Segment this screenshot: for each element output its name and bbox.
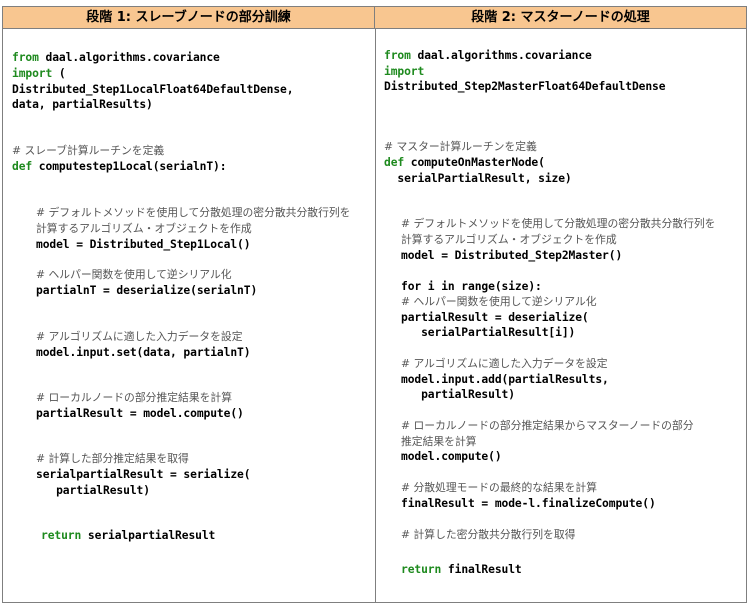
def-line: def computestep1Local(serialnT): [12, 159, 227, 174]
import-line-4: data, partialResults) [12, 98, 153, 111]
code-compute: partialResult = model.compute() [36, 407, 244, 420]
code-for-loop: for i in range(size): [401, 280, 542, 293]
comment-deserialize: # ヘルパー関数を使用して逆シリアル化 [401, 295, 597, 308]
comment-get: # 計算した密分散共分散行列を取得 [401, 528, 576, 541]
code-serialize-1: serialpartialResult = serialize( [36, 468, 251, 481]
def-line: def computeOnMasterNode( [384, 155, 545, 170]
import-line-2: import ( [12, 66, 66, 81]
comment-model-2: 計算するアルゴリズム・オブジェクトを作成 [401, 233, 617, 246]
comment-serialize: # 計算した部分推定結果を取得 [36, 452, 189, 465]
comment-model-1: # デフォルトメソッドを使用して分散処理の密分散共分散行列を [401, 217, 716, 230]
import-line-3: Distributed_Step2MasterFloat64DefaultDen… [384, 80, 666, 93]
comment-compute-2: 推定結果を計算 [401, 435, 477, 448]
code-deserialize-2: serialPartialResult[i]) [401, 326, 576, 339]
comment-define: # スレーブ計算ルーチンを定義 [12, 144, 165, 157]
code-deserialize-1: partialResult = deserialize( [401, 311, 589, 324]
comment-model-2: 計算するアルゴリズム・オブジェクトを作成 [36, 222, 252, 235]
code-model: model = Distributed_Step1Local() [36, 238, 251, 251]
comment-model-1: # デフォルトメソッドを使用して分散処理の密分散共分散行列を [36, 206, 351, 219]
comment-compute: # ローカルノードの部分推定結果を計算 [36, 391, 233, 404]
comment-compute-1: # ローカルノードの部分推定結果からマスターノードの部分 [401, 419, 694, 432]
keyword-def: def [12, 160, 33, 173]
comment-deserialize: # ヘルパー関数を使用して逆シリアル化 [36, 268, 232, 281]
return-line: return finalResult [401, 562, 522, 577]
import-paren: ( [52, 67, 66, 80]
import-line-3: Distributed_Step1LocalFloat64DefaultDens… [12, 83, 294, 96]
code-deserialize: partialnT = deserialize(serialnT) [36, 284, 258, 297]
return-value: serialpartialResult [81, 529, 216, 542]
return-line: return serialpartialResult [41, 528, 215, 543]
comment-define: # マスター計算ルーチンを定義 [384, 140, 537, 153]
keyword-from: from [384, 49, 411, 62]
code-comparison-table: 段階 1: スレーブノードの部分訓練 段階 2: マスターノードの処理 from… [2, 6, 747, 603]
import-module: daal.algorithms.covariance [410, 49, 592, 62]
code-input: model.input.set(data, partialnT) [36, 346, 251, 359]
keyword-return: return [401, 563, 442, 576]
import-line-1: from daal.algorithms.covariance [12, 50, 220, 65]
comment-final: # 分散処理モードの最終的な結果を計算 [401, 481, 598, 494]
def-signature: computestep1Local(serialnT): [32, 160, 227, 173]
comment-input: # アルゴリズムに適した入力データを設定 [36, 330, 243, 343]
keyword-from: from [12, 51, 39, 64]
import-module: daal.algorithms.covariance [38, 51, 220, 64]
header-step1: 段階 1: スレーブノードの部分訓練 [3, 7, 375, 29]
keyword-import: import [12, 67, 53, 80]
code-serialize-2: partialResult) [36, 484, 150, 497]
import-line-2: import [384, 64, 424, 79]
comment-input: # アルゴリズムに適した入力データを設定 [401, 357, 608, 370]
import-line-1: from daal.algorithms.covariance [384, 48, 592, 63]
def-signature: computeOnMasterNode( [404, 156, 545, 169]
code-input-2: partialResult) [401, 388, 515, 401]
header-step2: 段階 2: マスターノードの処理 [375, 7, 746, 29]
keyword-def: def [384, 156, 405, 169]
code-model: model = Distributed_Step2Master() [401, 249, 623, 262]
def-signature-2: serialPartialResult, size) [384, 172, 572, 185]
keyword-return: return [41, 529, 82, 542]
column-divider [375, 29, 376, 602]
code-input-1: model.input.add(partialResults, [401, 373, 609, 386]
code-final: finalResult = mode-l.finalizeCompute() [401, 497, 656, 510]
code-compute: model.compute() [401, 450, 502, 463]
return-value: finalResult [441, 563, 522, 576]
keyword-import: import [384, 65, 425, 78]
